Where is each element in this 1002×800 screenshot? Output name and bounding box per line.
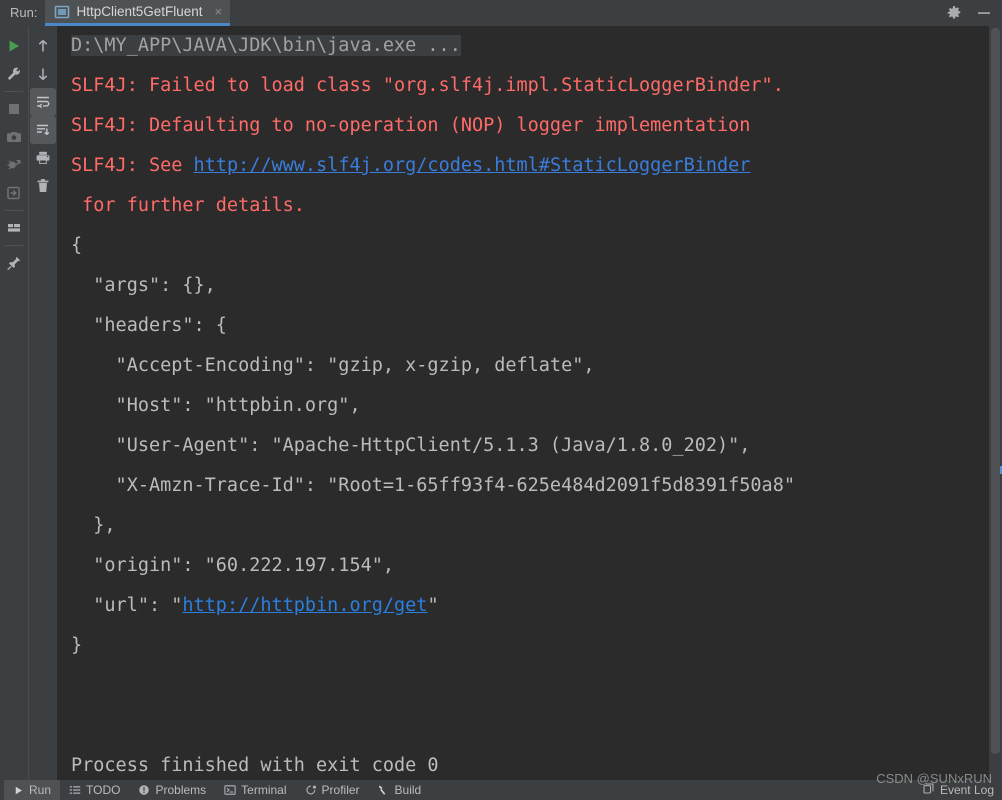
pin-icon[interactable]: [1, 249, 27, 277]
problems-icon: [138, 784, 150, 796]
console-output-text: },: [71, 515, 116, 536]
console-command-line: D:\MY_APP\JAVA\JDK\bin\java.exe ...: [71, 35, 461, 56]
status-bar-item-label: Run: [29, 783, 52, 797]
console-output[interactable]: D:\MY_APP\JAVA\JDK\bin\java.exe ... SLF4J…: [57, 26, 989, 780]
console-output-text: "User-Agent": "Apache-HttpClient/5.1.3 (…: [71, 435, 751, 456]
gear-icon[interactable]: [946, 5, 962, 21]
trash-icon[interactable]: [30, 172, 56, 200]
toolbar-divider: [5, 91, 23, 92]
console-output-text: [71, 715, 82, 736]
console-line: [71, 706, 989, 746]
stop-button[interactable]: [1, 95, 27, 123]
console-line: Process finished with exit code 0: [71, 746, 989, 780]
edit-configuration-button[interactable]: [1, 60, 27, 88]
console-output-text: Process finished with exit code 0: [71, 755, 439, 776]
console-line: SLF4J: Defaulting to no-operation (NOP) …: [71, 106, 989, 146]
scrollbar-thumb[interactable]: [991, 28, 1000, 754]
run-actions-toolbar-right: [28, 26, 57, 780]
tab-bar-actions: [946, 0, 1002, 26]
console-area: D:\MY_APP\JAVA\JDK\bin\java.exe ... SLF4J…: [57, 26, 1002, 780]
camera-icon[interactable]: [1, 123, 27, 151]
terminal-icon: [224, 784, 236, 796]
rerun-button[interactable]: [1, 32, 27, 60]
print-icon[interactable]: [30, 144, 56, 172]
console-line: }: [71, 626, 989, 666]
event-log-button[interactable]: Event Log: [922, 782, 1002, 798]
toolbar-divider: [5, 245, 23, 246]
toolbar-divider: [5, 210, 23, 211]
console-hyperlink[interactable]: http://www.slf4j.org/codes.html#StaticLo…: [194, 155, 751, 176]
status-bar-item-label: Build: [394, 783, 422, 797]
run-tab-bar: Run: HttpClient5GetFluent ×: [0, 0, 1002, 26]
console-line: {: [71, 226, 989, 266]
event-log-label: Event Log: [939, 783, 994, 797]
run-label: Run:: [10, 5, 38, 20]
todo-list-icon: [69, 784, 81, 796]
console-output-text: ": [427, 595, 439, 616]
layout-icon[interactable]: [1, 214, 27, 242]
console-line: for further details.: [71, 186, 989, 226]
profiler-icon: [305, 784, 317, 796]
tab-bar-spacer: [230, 0, 946, 26]
console-error-text: SLF4J: See: [71, 155, 194, 176]
status-bar-item-label: Terminal: [241, 783, 287, 797]
console-hyperlink[interactable]: http://httpbin.org/get: [182, 595, 427, 616]
console-output-text: }: [71, 635, 83, 656]
console-output-text: {: [71, 235, 83, 256]
status-bar-item-run[interactable]: Run: [4, 780, 61, 800]
hammer-icon: [378, 784, 390, 796]
status-bar-item-label: TODO: [86, 783, 121, 797]
run-actions-toolbar-left: [0, 26, 28, 780]
play-icon: [13, 785, 24, 796]
scroll-to-end-icon[interactable]: [30, 116, 56, 144]
status-bar-item-terminal[interactable]: Terminal: [215, 780, 295, 800]
console-output-text: "Host": "httpbin.org",: [71, 395, 361, 416]
status-bar-item-todo[interactable]: TODO: [60, 780, 129, 800]
status-bar-item-label: Profiler: [321, 783, 360, 797]
console-output-text: "X-Amzn-Trace-Id": "Root=1-65ff93f4-625e…: [71, 475, 795, 496]
console-error-text: SLF4J: Failed to load class "org.slf4j.i…: [71, 75, 784, 96]
console-line: "Host": "httpbin.org",: [71, 386, 989, 426]
import-arrow-icon[interactable]: [1, 179, 27, 207]
console-line: "args": {},: [71, 266, 989, 306]
status-bar-item-profiler[interactable]: Profiler: [296, 780, 369, 800]
console-line: [71, 666, 989, 706]
arrow-down-icon[interactable]: [30, 60, 56, 88]
run-configuration-icon: [54, 4, 70, 20]
status-bar: Run TODO Problems Terminal Profiler Build Eve…: [0, 780, 1002, 800]
console-output-text: "args": {},: [71, 275, 216, 296]
idea-run-tool-window: Run: HttpClient5GetFluent × D:\MY_APP\JA…: [0, 0, 1002, 800]
console-line: "headers": {: [71, 306, 989, 346]
console-error-text: for further details.: [71, 195, 305, 216]
console-line: "User-Agent": "Apache-HttpClient/5.1.3 (…: [71, 426, 989, 466]
console-line: },: [71, 506, 989, 546]
console-line: SLF4J: Failed to load class "org.slf4j.i…: [71, 66, 989, 106]
event-log-icon: [922, 782, 935, 798]
console-line: "Accept-Encoding": "gzip, x-gzip, deflat…: [71, 346, 989, 386]
tab-title: HttpClient5GetFluent: [76, 4, 203, 19]
close-icon[interactable]: ×: [215, 5, 223, 18]
console-line: "origin": "60.222.197.154",: [71, 546, 989, 586]
console-output-text: "origin": "60.222.197.154",: [71, 555, 395, 576]
console-output-text: [71, 675, 82, 696]
arrow-up-icon[interactable]: [30, 32, 56, 60]
console-output-text: "headers": {: [71, 315, 227, 336]
console-scrollbar[interactable]: [989, 26, 1002, 780]
run-window-body: D:\MY_APP\JAVA\JDK\bin\java.exe ... SLF4J…: [0, 26, 1002, 780]
console-output-text: "Accept-Encoding": "gzip, x-gzip, deflat…: [71, 355, 595, 376]
console-line: "url": "http://httpbin.org/get": [71, 586, 989, 626]
status-bar-item-problems[interactable]: Problems: [129, 780, 215, 800]
console-error-text: SLF4J: Defaulting to no-operation (NOP) …: [71, 115, 751, 136]
console-output-text: "url": ": [71, 595, 183, 616]
bug-attach-icon[interactable]: [1, 151, 27, 179]
status-bar-item-build[interactable]: Build: [369, 780, 431, 800]
console-line: SLF4J: See http://www.slf4j.org/codes.ht…: [71, 146, 989, 186]
console-line: D:\MY_APP\JAVA\JDK\bin\java.exe ...: [71, 26, 989, 66]
minimize-icon[interactable]: [976, 5, 992, 21]
console-line: "X-Amzn-Trace-Id": "Root=1-65ff93f4-625e…: [71, 466, 989, 506]
status-bar-item-label: Problems: [155, 783, 207, 797]
soft-wrap-icon[interactable]: [30, 88, 56, 116]
tab-httpclient5getfluent[interactable]: HttpClient5GetFluent ×: [45, 0, 231, 26]
